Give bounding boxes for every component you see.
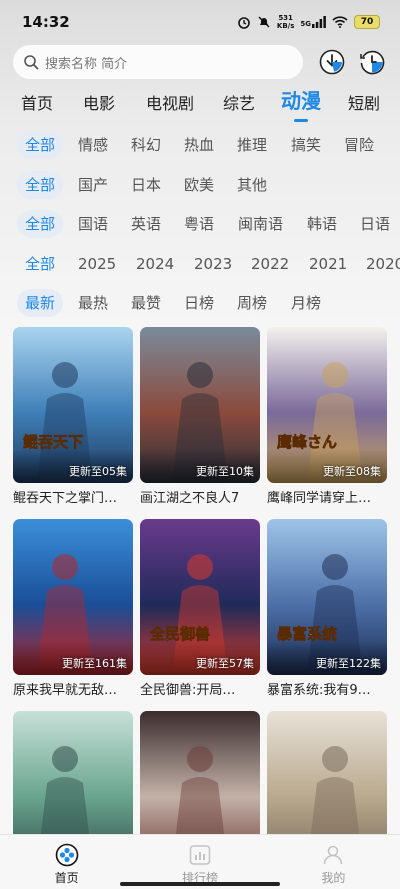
- video-card[interactable]: 全民御兽 更新至57集 全民御兽:开局…: [140, 519, 260, 698]
- filter-chip[interactable]: 最赞: [131, 289, 161, 317]
- filter-chip[interactable]: 欧美: [184, 171, 214, 199]
- poster-image: 暴富系统 更新至122集: [267, 519, 387, 675]
- video-card[interactable]: 更新至161集 原来我早就无敌…: [13, 519, 133, 698]
- video-card[interactable]: 暴富系统 更新至122集 暴富系统:我有9…: [267, 519, 387, 698]
- filter-chip[interactable]: 粤语: [184, 210, 214, 238]
- net-speed-value: 531: [278, 14, 293, 22]
- search-row: 搜索名称 简介: [13, 45, 387, 79]
- poster-image: 鲲吞天下 更新至05集: [13, 327, 133, 483]
- filter-chip[interactable]: 2021: [309, 250, 347, 278]
- episode-badge: 更新至57集: [196, 657, 254, 670]
- filter-chip[interactable]: 闽南语: [238, 210, 283, 238]
- net-speed: 531 KB/s: [277, 14, 294, 30]
- video-title: 画江湖之不良人7: [140, 491, 240, 506]
- filter-chip[interactable]: 英语: [131, 210, 161, 238]
- filter-chip[interactable]: 推理: [237, 131, 267, 159]
- filter-chip[interactable]: 日榜: [184, 289, 214, 317]
- filter-chip[interactable]: 科幻: [131, 131, 161, 159]
- filter-chip[interactable]: 搞笑: [291, 131, 321, 159]
- home-icon: [55, 843, 78, 867]
- tab-home[interactable]: 首页: [21, 90, 53, 120]
- filter-sort: 最新 最热 最赞 日榜 周榜 月榜: [0, 289, 400, 319]
- home-indicator: [120, 882, 280, 886]
- video-title: 全民御兽:开局…: [140, 683, 236, 698]
- video-card[interactable]: 更新至10集 画江湖之不良人7: [140, 327, 260, 506]
- tab-anime[interactable]: 动漫: [281, 85, 321, 120]
- filter-chip[interactable]: 冒险: [344, 131, 374, 159]
- nav-label: 首页: [54, 871, 79, 885]
- profile-icon: [324, 845, 343, 865]
- search-input[interactable]: 搜索名称 简介: [13, 45, 303, 79]
- tab-movie[interactable]: 电影: [83, 90, 115, 120]
- video-title: 暴富系统:我有9…: [267, 683, 371, 698]
- episode-badge: 更新至122集: [316, 657, 381, 670]
- filter-chip[interactable]: 2020: [366, 250, 400, 278]
- bottom-nav: 首页 排行榜 我的: [0, 834, 400, 889]
- poster-image: 鹰峰さん 更新至08集: [267, 327, 387, 483]
- filter-chip[interactable]: 国语: [78, 210, 108, 238]
- nav-home[interactable]: 首页: [0, 835, 133, 889]
- filter-chip[interactable]: 情感: [78, 131, 108, 159]
- status-icons: 531 KB/s 5G 70: [237, 14, 380, 30]
- tab-tv-series[interactable]: 电视剧: [146, 90, 194, 120]
- status-bar: 14:32 531 KB/s 5G 70: [0, 0, 400, 44]
- status-time: 14:32: [22, 13, 70, 31]
- poster-image: 更新至10集: [140, 327, 260, 483]
- filter-chip[interactable]: 周榜: [237, 289, 267, 317]
- nav-profile[interactable]: 我的: [267, 835, 400, 889]
- filter-chip[interactable]: 全部: [17, 171, 64, 199]
- episode-badge: 更新至161集: [62, 657, 127, 670]
- filter-year: 全部 2025 2024 2023 2022 2021 2020: [0, 250, 400, 280]
- filter-chip[interactable]: 最热: [78, 289, 108, 317]
- video-card[interactable]: 鲲吞天下 更新至05集 鲲吞天下之掌门…: [13, 327, 133, 506]
- filter-chip[interactable]: 2023: [194, 250, 232, 278]
- filter-chip[interactable]: 其他: [237, 171, 267, 199]
- tab-variety[interactable]: 综艺: [223, 90, 255, 120]
- episode-badge: 更新至10集: [196, 465, 254, 478]
- poster-image: 更新至161集: [13, 519, 133, 675]
- episode-badge: 更新至08集: [323, 465, 381, 478]
- tab-short-drama[interactable]: 短剧: [348, 90, 380, 120]
- filter-chip[interactable]: 国产: [78, 171, 108, 199]
- video-title: 原来我早就无敌…: [13, 683, 118, 698]
- wifi-icon: [332, 16, 348, 28]
- search-icon: [24, 55, 39, 70]
- download-icon[interactable]: [318, 48, 346, 76]
- filter-genre: 全部 情感 科幻 热血 推理 搞笑 冒险: [0, 131, 400, 161]
- net-speed-unit: KB/s: [276, 22, 295, 30]
- history-icon[interactable]: [358, 48, 386, 76]
- network-type: 5G: [300, 20, 311, 28]
- category-tabs: 首页 电影 电视剧 综艺 动漫 短剧: [0, 86, 400, 120]
- battery-icon: 70: [354, 15, 380, 29]
- nav-ranking[interactable]: 排行榜: [133, 835, 266, 889]
- poster-image: 全民御兽 更新至57集: [140, 519, 260, 675]
- nav-label: 我的: [321, 871, 346, 885]
- filter-chip[interactable]: 热血: [184, 131, 214, 159]
- filter-chip[interactable]: 全部: [17, 131, 64, 159]
- alarm-icon: [238, 17, 250, 29]
- filter-chip[interactable]: 日本: [131, 171, 161, 199]
- episode-badge: 更新至05集: [69, 465, 127, 478]
- ranking-icon: [189, 845, 211, 865]
- filter-chip[interactable]: 2024: [136, 250, 174, 278]
- filter-chip[interactable]: 月榜: [291, 289, 321, 317]
- filter-chip[interactable]: 2025: [78, 250, 116, 278]
- video-title: 鲲吞天下之掌门…: [13, 491, 118, 506]
- video-card[interactable]: 鹰峰さん 更新至08集 鹰峰同学请穿上…: [267, 327, 387, 506]
- cellular-signal-icon: 5G: [300, 16, 326, 28]
- filter-chip[interactable]: 全部: [25, 250, 55, 278]
- filter-chip[interactable]: 韩语: [307, 210, 337, 238]
- filter-region: 全部 国产 日本 欧美 其他: [0, 171, 400, 201]
- mute-icon: [258, 16, 270, 28]
- filter-chip[interactable]: 2022: [251, 250, 289, 278]
- filter-chip[interactable]: 全部: [17, 210, 64, 238]
- video-title: 鹰峰同学请穿上…: [267, 491, 372, 506]
- filter-chip[interactable]: 日语: [360, 210, 390, 238]
- filter-chip[interactable]: 最新: [17, 289, 64, 317]
- search-placeholder: 搜索名称 简介: [45, 56, 128, 72]
- filter-language: 全部 国语 英语 粤语 闽南语 韩语 日语: [0, 210, 400, 240]
